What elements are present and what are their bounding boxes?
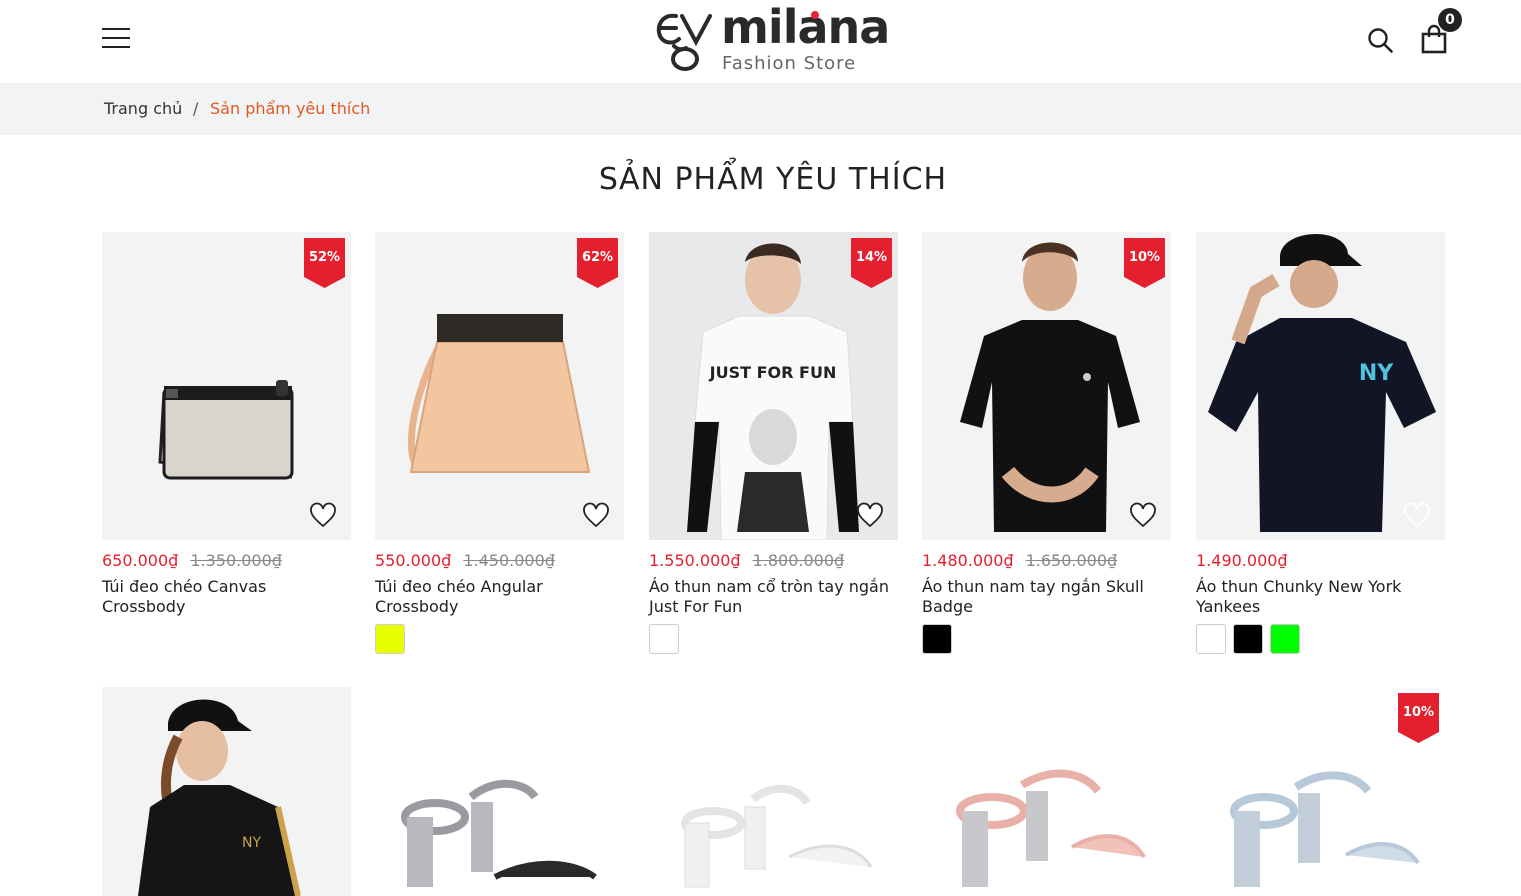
ny-track-jacket-image: NY [138,699,301,896]
sale-price: 650.000₫ [102,551,179,570]
logo-mark-icon [656,13,712,71]
breadcrumb-current: Sản phẩm yêu thích [210,99,371,118]
logo-dot [811,11,819,19]
color-swatches [375,624,412,654]
color-swatches [922,624,959,654]
product-image[interactable] [375,687,624,896]
product-image[interactable]: NY [102,687,351,896]
heart-icon[interactable] [582,502,610,528]
ny-yankees-tshirt-image: NY [1208,233,1436,532]
product-image[interactable]: 10% [1196,687,1445,896]
color-swatch-black[interactable] [922,624,952,654]
color-swatch-yellow[interactable] [375,624,405,654]
price-row: 550.000₫ 1.450.000₫ [375,551,555,570]
sale-price: 1.550.000₫ [649,551,741,570]
product-name[interactable]: Túi đeo chéo Angular Crossbody [375,577,615,617]
color-swatches [649,624,686,654]
product-image[interactable]: JUST FOR FUN 14% [649,232,898,540]
svg-text:NY: NY [242,835,261,851]
breadcrumb: Trang chủ / Sản phẩm yêu thích [0,83,1521,135]
breadcrumb-home-link[interactable]: Trang chủ [104,83,182,135]
product-name[interactable]: Áo thun nam cổ tròn tay ngắn Just For Fu… [649,577,889,617]
pink-block-sandal-image [956,769,1146,887]
product-card[interactable]: 52% 650.000₫ 1.350.000₫ Túi đeo chéo Canv… [102,232,351,672]
color-swatches [1196,624,1307,654]
color-swatch-black[interactable] [1233,624,1263,654]
color-swatch-green[interactable] [1270,624,1300,654]
svg-text:NY: NY [1359,361,1394,386]
product-card[interactable] [375,687,624,896]
product-name[interactable]: Túi đeo chéo Canvas Crossbody [102,577,342,617]
product-name[interactable]: Áo thun nam tay ngắn Skull Badge [922,577,1162,617]
logo-wordmark: milana [721,0,890,54]
site-header: milana Fashion Store 0 [0,0,1521,83]
page-title: SẢN PHẨM YÊU THÍCH [598,162,948,197]
product-card[interactable]: NY 1.490.000₫ Áo thun Chunky New York Ya… [1196,232,1445,672]
svg-text:JUST FOR FUN: JUST FOR FUN [709,363,837,382]
heart-icon[interactable] [309,502,337,528]
silver-block-sandal-image [401,779,597,887]
original-price: 1.450.000₫ [463,551,555,570]
product-card[interactable] [649,687,898,896]
cart-count-badge: 0 [1438,8,1462,32]
product-image[interactable]: 10% [922,232,1171,540]
price-row: 1.550.000₫ 1.800.000₫ [649,551,844,570]
product-card[interactable]: JUST FOR FUN 14% 1.550.000₫ 1.800.000₫ Áo… [649,232,898,672]
product-image[interactable] [649,687,898,896]
breadcrumb-separator: / [193,99,199,118]
logo-tagline: Fashion Store [722,53,857,74]
original-price: 1.800.000₫ [752,551,845,570]
product-card[interactable] [922,687,1171,896]
hamburger-menu-icon[interactable] [102,28,130,48]
white-block-sandal-image [681,784,873,888]
price-row: 650.000₫ 1.350.000₫ [102,551,282,570]
original-price: 1.350.000₫ [190,551,282,570]
product-image[interactable]: 62% [375,232,624,540]
product-image[interactable]: 52% [102,232,351,540]
heart-icon[interactable] [856,502,884,528]
heart-icon[interactable] [1129,502,1157,528]
product-card[interactable]: NY [102,687,351,896]
sale-price: 1.490.000₫ [1196,551,1288,570]
color-swatch-white[interactable] [1196,624,1226,654]
sale-price: 550.000₫ [375,551,452,570]
product-image[interactable] [922,687,1171,896]
original-price: 1.650.000₫ [1025,551,1118,570]
search-icon[interactable] [1367,27,1393,53]
color-swatch-white[interactable] [649,624,679,654]
price-row: 1.480.000₫ 1.650.000₫ [922,551,1117,570]
product-name[interactable]: Áo thun Chunky New York Yankees [1196,577,1436,617]
price-row: 1.490.000₫ [1196,551,1288,570]
product-card[interactable]: 10% 1.480.000₫ 1.650.000₫ Áo thun nam tay… [922,232,1171,672]
product-card[interactable]: 62% 550.000₫ 1.450.000₫ Túi đeo chéo Angu… [375,232,624,672]
site-logo[interactable]: milana Fashion Store [652,0,902,74]
product-card[interactable]: 10% [1196,687,1445,896]
sale-price: 1.480.000₫ [922,551,1014,570]
product-image[interactable]: NY [1196,232,1445,540]
heart-icon[interactable] [1403,502,1431,528]
